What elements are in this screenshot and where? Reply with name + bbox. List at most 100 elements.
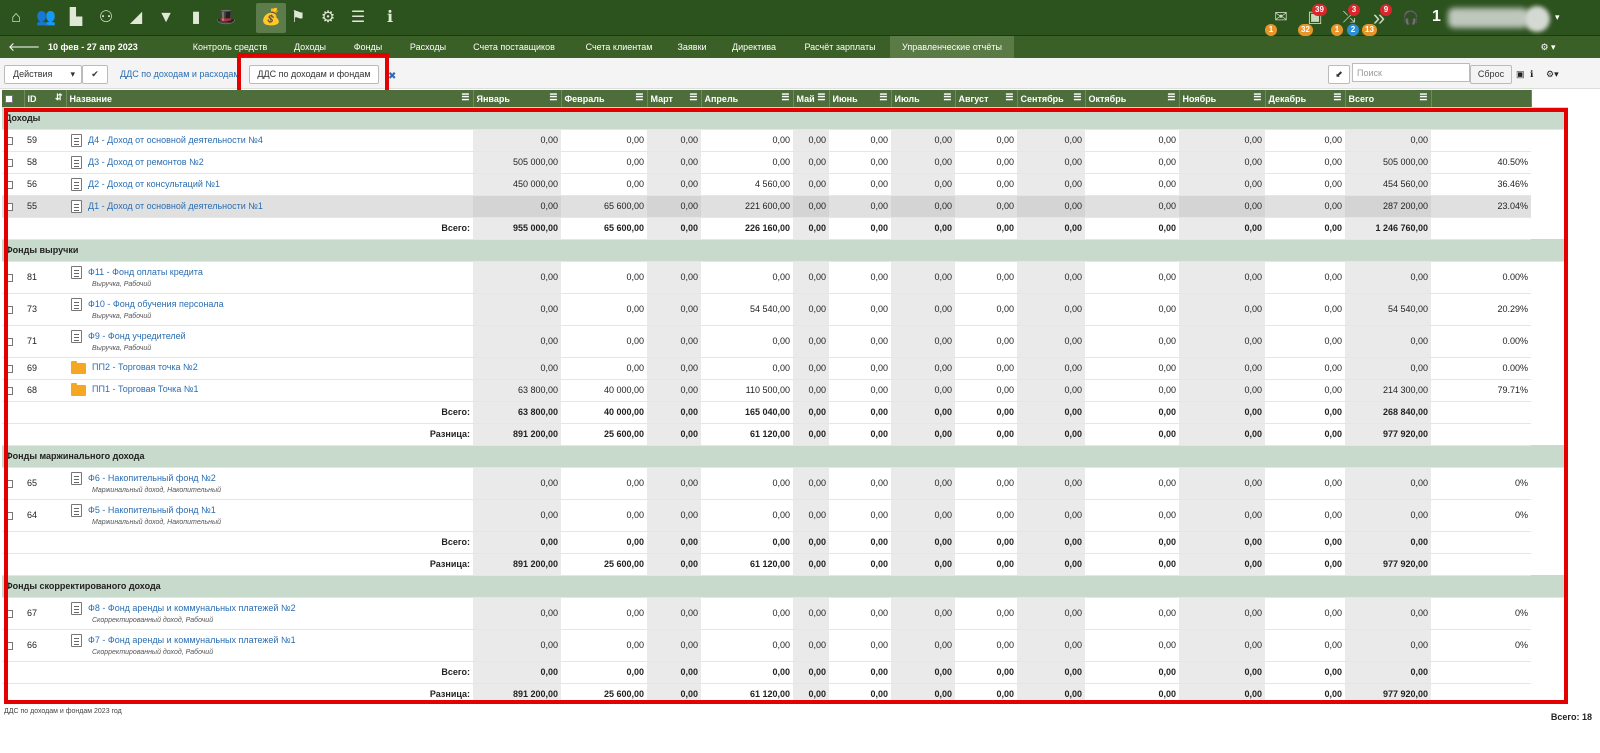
column-menu-icon[interactable]: ☰ bbox=[817, 92, 825, 103]
row-name-link[interactable]: Д1 - Доход от основной деятельности №1 bbox=[88, 200, 263, 210]
org-structure-icon[interactable]: ⚇ bbox=[94, 6, 118, 30]
nav-income[interactable]: Доходы bbox=[284, 36, 336, 58]
pin-icon[interactable]: ✖ bbox=[388, 71, 396, 82]
nav-client-bills[interactable]: Счета клиентам bbox=[572, 36, 666, 58]
apply-check-button[interactable]: ✔ bbox=[82, 65, 108, 84]
column-menu-icon[interactable]: ☰ bbox=[1253, 92, 1261, 103]
period-selector[interactable]: 10 фев - 27 апр 2023 bbox=[48, 36, 138, 58]
info-icon[interactable]: ℹ bbox=[1530, 69, 1533, 80]
headset-icon[interactable]: 🎧 bbox=[1400, 8, 1422, 30]
nav-funds[interactable]: Фонды bbox=[344, 36, 392, 58]
row-name-link[interactable]: ПП2 - Торговая точка №2 bbox=[92, 362, 198, 372]
row-name-link[interactable]: Ф8 - Фонд аренды и коммунальных платежей… bbox=[88, 603, 296, 613]
row-checkbox[interactable] bbox=[5, 305, 13, 314]
row-checkbox[interactable] bbox=[5, 158, 13, 167]
col-month-3[interactable]: Февраль ☰ bbox=[561, 90, 648, 107]
column-menu-icon[interactable]: ☰ bbox=[461, 92, 469, 103]
table-row[interactable]: 73 Ф10 - Фонд обучения персонала Выручка, … bbox=[2, 293, 1568, 326]
table-row[interactable]: 66 Ф7 - Фонд аренды и коммунальных платеж… bbox=[2, 629, 1568, 662]
row-name-link[interactable]: Ф6 - Накопительный фонд №2 bbox=[88, 473, 216, 483]
flag-icon[interactable]: ⚑ bbox=[286, 6, 310, 30]
col-month-6[interactable]: Май ☰ bbox=[793, 90, 830, 107]
col-month-2[interactable]: Январь ☰ bbox=[473, 90, 562, 107]
column-menu-icon[interactable]: ☰ bbox=[635, 92, 643, 103]
row-name-link[interactable]: Ф5 - Накопительный фонд №1 bbox=[88, 505, 216, 515]
row-checkbox[interactable] bbox=[5, 511, 13, 520]
table-row[interactable]: 64 Ф5 - Накопительный фонд №1 Маржинальный… bbox=[2, 499, 1568, 532]
users-icon[interactable]: 👥 bbox=[34, 6, 58, 30]
info-icon[interactable]: ℹ bbox=[378, 6, 402, 30]
table-row[interactable]: 65 Ф6 - Накопительный фонд №2 Маржинальный… bbox=[2, 467, 1568, 500]
gear-icon[interactable]: ⚙▾ bbox=[1546, 69, 1559, 80]
column-menu-icon[interactable]: ☰ bbox=[781, 92, 789, 103]
row-name-link[interactable]: ПП1 - Торговая Точка №1 bbox=[92, 384, 199, 394]
nav-expenses[interactable]: Расходы bbox=[400, 36, 456, 58]
table-row[interactable]: 56 Д2 - Доход от консультаций №1 450 000,0… bbox=[2, 173, 1568, 196]
table-row[interactable]: 81 Ф11 - Фонд оплаты кредита Выручка, Рабо… bbox=[2, 261, 1568, 294]
column-menu-icon[interactable]: ☰ bbox=[1073, 92, 1081, 103]
nav-supplier-bills[interactable]: Счета поставщиков bbox=[464, 36, 564, 58]
funnel-icon[interactable]: ▼ bbox=[154, 6, 178, 30]
row-checkbox[interactable] bbox=[5, 364, 13, 373]
growth-chart-icon[interactable]: ◢ bbox=[124, 6, 148, 30]
row-name-link[interactable]: Ф7 - Фонд аренды и коммунальных платежей… bbox=[88, 635, 296, 645]
user-name[interactable] bbox=[1448, 8, 1528, 28]
bar-chart-icon[interactable]: ▮ bbox=[184, 6, 208, 30]
table-row[interactable]: 59 Д4 - Доход от основной деятельности №4… bbox=[2, 129, 1568, 152]
moneybag-icon[interactable]: 💰 bbox=[256, 3, 286, 33]
row-name-link[interactable]: Д2 - Доход от консультаций №1 bbox=[88, 178, 220, 188]
col-month-11[interactable]: Октябрь ☰ bbox=[1085, 90, 1180, 107]
table-row[interactable]: 67 Ф8 - Фонд аренды и коммунальных платеж… bbox=[2, 597, 1568, 630]
avatar[interactable] bbox=[1524, 6, 1550, 32]
collapse-icon[interactable]: ⬋ bbox=[1328, 65, 1350, 84]
row-checkbox[interactable] bbox=[5, 202, 13, 211]
table-row[interactable]: 58 Д3 - Доход от ремонтов №2 505 000,00 0,0… bbox=[2, 151, 1568, 174]
user-menu-caret[interactable]: ▾ bbox=[1555, 12, 1560, 23]
table-row[interactable]: 69 ПП2 - Торговая точка №2 0,00 0,00 0,00 0,0… bbox=[2, 357, 1568, 380]
row-checkbox[interactable] bbox=[5, 337, 13, 346]
row-checkbox[interactable] bbox=[5, 479, 13, 488]
col-month-9[interactable]: Август ☰ bbox=[955, 90, 1018, 107]
col-month-10[interactable]: Сентябрь ☰ bbox=[1017, 90, 1086, 107]
col-name[interactable]: Название ☰ bbox=[66, 90, 474, 107]
home-icon[interactable]: ⌂ bbox=[4, 6, 28, 30]
column-menu-icon[interactable]: ☰ bbox=[1167, 92, 1175, 103]
reset-button[interactable]: Сброс bbox=[1470, 65, 1512, 84]
row-name-link[interactable]: Ф9 - Фонд учредителей bbox=[88, 331, 186, 341]
column-menu-icon[interactable]: ☰ bbox=[1419, 92, 1427, 103]
column-menu-icon[interactable]: ☰ bbox=[1333, 92, 1341, 103]
nav-settings-icon[interactable]: ⚙ ▾ bbox=[1534, 36, 1562, 58]
gear-icon[interactable]: ⚙ bbox=[316, 6, 340, 30]
back-arrow-icon[interactable]: 🡐 bbox=[8, 36, 40, 58]
col-month-14[interactable]: Всего ☰ bbox=[1345, 90, 1432, 107]
column-menu-icon[interactable]: ☰ bbox=[1005, 92, 1013, 103]
row-checkbox[interactable] bbox=[5, 386, 13, 395]
col-month-12[interactable]: Ноябрь ☰ bbox=[1179, 90, 1266, 107]
list-icon[interactable]: ☰ bbox=[346, 6, 370, 30]
select-all-checkbox[interactable] bbox=[5, 95, 13, 104]
row-checkbox[interactable] bbox=[5, 273, 13, 282]
row-checkbox[interactable] bbox=[5, 180, 13, 189]
row-checkbox[interactable] bbox=[5, 136, 13, 145]
hat-icon[interactable]: 🎩 bbox=[214, 6, 238, 30]
tab-dds-income-funds[interactable]: ДДС по доходам и фондам bbox=[249, 65, 379, 84]
sort-icon[interactable]: ⇵ bbox=[55, 92, 63, 103]
col-month-4[interactable]: Март ☰ bbox=[647, 90, 702, 107]
column-menu-icon[interactable]: ☰ bbox=[879, 92, 887, 103]
row-checkbox[interactable] bbox=[5, 609, 13, 618]
col-month-7[interactable]: Июнь ☰ bbox=[829, 90, 892, 107]
table-row[interactable]: 68 ПП1 - Торговая Точка №1 63 800,00 40 000… bbox=[2, 379, 1568, 402]
tab-dds-income-expenses[interactable]: ДДС по доходам и расходам bbox=[120, 65, 240, 84]
factory-icon[interactable]: ▙ bbox=[64, 6, 88, 30]
row-name-link[interactable]: Д3 - Доход от ремонтов №2 bbox=[88, 156, 204, 166]
col-month-13[interactable]: Декабрь ☰ bbox=[1265, 90, 1346, 107]
row-name-link[interactable]: Ф10 - Фонд обучения персонала bbox=[88, 299, 224, 309]
column-menu-icon[interactable]: ☰ bbox=[689, 92, 697, 103]
row-name-link[interactable]: Д4 - Доход от основной деятельности №4 bbox=[88, 134, 263, 144]
row-name-link[interactable]: Ф11 - Фонд оплаты кредита bbox=[88, 267, 203, 277]
nav-requests[interactable]: Заявки bbox=[670, 36, 714, 58]
col-month-8[interactable]: Июль ☰ bbox=[891, 90, 956, 107]
table-row[interactable]: 71 Ф9 - Фонд учредителей Выручка, Рабочий 0… bbox=[2, 325, 1568, 358]
nav-directive[interactable]: Директива bbox=[722, 36, 786, 58]
col-month-5[interactable]: Апрель ☰ bbox=[701, 90, 794, 107]
